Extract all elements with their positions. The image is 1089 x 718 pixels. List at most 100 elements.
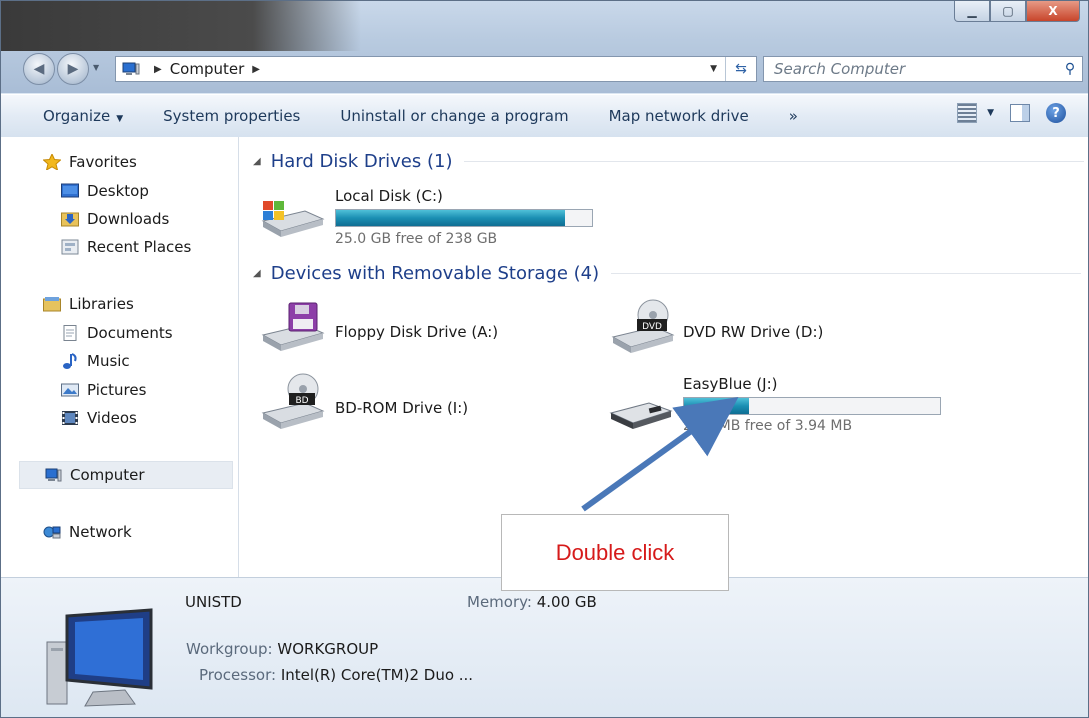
libraries-icon [43, 297, 61, 312]
nav-videos-label: Videos [87, 409, 137, 427]
drive-d-label: DVD RW Drive (D:) [683, 323, 824, 341]
dvd-drive-icon: DVD [611, 299, 675, 353]
dvd-badge: DVD [642, 322, 662, 332]
preview-pane-icon[interactable] [1010, 104, 1030, 122]
drive-dvd-rw-d[interactable]: DVD DVD RW Drive (D:) [609, 299, 909, 357]
details-pane: UNISTD Memory: 4.00 GB Workgroup: WORKGR… [1, 577, 1088, 717]
window-controls: ▁ ▢ X [954, 1, 1080, 22]
address-dropdown-icon[interactable]: ▼ [702, 64, 725, 74]
drive-j-usage-bar [683, 397, 941, 415]
drive-c-label: Local Disk (C:) [335, 187, 443, 205]
search-input[interactable]: Search Computer [764, 60, 1058, 78]
commandbar-right-tools: ▼ ? [957, 103, 1066, 123]
help-icon[interactable]: ? [1046, 103, 1066, 123]
desktop-icon [61, 183, 79, 198]
drive-j-usage-fill [684, 398, 750, 414]
star-icon [43, 154, 61, 170]
nav-documents[interactable]: Documents [61, 324, 173, 342]
nav-computer[interactable]: Computer [19, 461, 233, 489]
breadcrumb-chevron-icon[interactable]: ▶ [154, 64, 162, 75]
title-bar: ▁ ▢ X ◀ ▶ ▼ ▶ Computer ▶ ▼ ⇆ Search Comp… [1, 1, 1088, 93]
nav-favorites[interactable]: Favorites [43, 153, 137, 171]
refresh-icon[interactable]: ⇆ [725, 57, 756, 81]
recent-pages-dropdown-icon[interactable]: ▼ [93, 63, 99, 85]
system-properties-button[interactable]: System properties [143, 107, 320, 125]
navigation-pane: Favorites Desktop Downloads Recent Place… [1, 137, 239, 577]
nav-recent-places[interactable]: Recent Places [61, 238, 191, 256]
computer-monitor-icon [46, 608, 153, 707]
collapse-triangle-icon[interactable]: ◢ [253, 268, 261, 279]
collapse-triangle-icon[interactable]: ◢ [253, 156, 261, 167]
nav-network[interactable]: Network [43, 523, 132, 541]
address-bar[interactable]: ▶ Computer ▶ ▼ ⇆ [115, 56, 757, 82]
nav-videos[interactable]: Videos [61, 409, 137, 427]
computer-name: UNISTD [185, 593, 242, 611]
nav-network-label: Network [69, 523, 132, 541]
nav-desktop[interactable]: Desktop [61, 182, 149, 200]
processor-value: Intel(R) Core(TM)2 Duo ... [280, 666, 474, 684]
view-dropdown-icon[interactable]: ▼ [987, 108, 994, 118]
nav-computer-label: Computer [70, 466, 145, 484]
double-click-callout: Double click [501, 514, 729, 591]
breadcrumb-computer[interactable]: Computer [170, 60, 245, 78]
group-divider [611, 273, 1082, 274]
drive-bd-rom-i[interactable]: BD BD-ROM Drive (I:) [259, 373, 559, 433]
removable-group-title: Devices with Removable Storage (4) [270, 263, 600, 284]
hdd-group-title: Hard Disk Drives (1) [270, 151, 453, 172]
workgroup-row: Workgroup: WORKGROUP [186, 640, 378, 658]
drive-c-free-space: 25.0 GB free of 238 GB [335, 231, 498, 247]
minimize-button[interactable]: ▁ [954, 1, 990, 22]
computer-icon [122, 62, 140, 75]
nav-libraries-label: Libraries [69, 295, 134, 313]
workgroup-value: WORKGROUP [277, 640, 379, 658]
network-icon [43, 526, 61, 539]
forward-button[interactable]: ▶ [57, 53, 89, 85]
nav-libraries[interactable]: Libraries [43, 295, 134, 313]
nav-desktop-label: Desktop [87, 182, 149, 200]
processor-row: Processor: Intel(R) Core(TM)2 Duo ... [199, 666, 473, 684]
recent-places-icon [61, 239, 79, 255]
nav-recent-label: Recent Places [87, 238, 192, 256]
close-button[interactable]: X [1026, 1, 1080, 22]
drive-a-label: Floppy Disk Drive (A:) [335, 323, 499, 341]
drive-floppy-a[interactable]: Floppy Disk Drive (A:) [259, 301, 559, 357]
nav-pictures[interactable]: Pictures [61, 381, 146, 399]
organize-menu[interactable]: Organize ▼ [1, 107, 143, 125]
drive-i-label: BD-ROM Drive (I:) [335, 399, 469, 417]
music-note-icon [63, 353, 77, 369]
drive-easyblue-j[interactable]: EasyBlue (J:) 2.94 MB free of 3.94 MB [609, 373, 949, 437]
hdd-group-header[interactable]: ◢ Hard Disk Drives (1) [253, 151, 1085, 172]
drive-c-usage-fill [336, 210, 566, 226]
processor-label: Processor: [199, 666, 277, 684]
downloads-folder-icon [61, 212, 79, 227]
more-commands-button[interactable]: » [769, 107, 818, 125]
removable-group-header[interactable]: ◢ Devices with Removable Storage (4) [253, 263, 1082, 284]
nav-favorites-label: Favorites [69, 153, 137, 171]
memory-label: Memory: [467, 593, 532, 611]
uninstall-program-button[interactable]: Uninstall or change a program [320, 107, 588, 125]
back-button[interactable]: ◀ [23, 53, 55, 85]
navigation-buttons: ◀ ▶ ▼ [23, 53, 99, 85]
nav-downloads-label: Downloads [87, 210, 170, 228]
videos-icon [62, 411, 78, 425]
drive-local-disk-c[interactable]: Local Disk (C:) 25.0 GB free of 238 GB [259, 183, 599, 249]
nav-music-label: Music [87, 352, 130, 370]
maximize-button[interactable]: ▢ [990, 1, 1026, 22]
nav-music[interactable]: Music [61, 352, 130, 370]
title-bar-dark-region [1, 1, 361, 51]
search-icon[interactable]: ⚲ [1058, 61, 1082, 77]
memory-row: Memory: 4.00 GB [467, 593, 597, 611]
search-box[interactable]: Search Computer ⚲ [763, 56, 1083, 82]
workgroup-label: Workgroup: [186, 640, 273, 658]
breadcrumb-chevron-icon[interactable]: ▶ [252, 64, 260, 75]
change-view-icon[interactable] [957, 103, 978, 123]
nav-documents-label: Documents [87, 324, 173, 342]
explorer-window: ▁ ▢ X ◀ ▶ ▼ ▶ Computer ▶ ▼ ⇆ Search Comp… [0, 0, 1089, 718]
memory-value: 4.00 GB [536, 593, 597, 611]
nav-downloads[interactable]: Downloads [61, 210, 169, 228]
bd-badge: BD [295, 396, 308, 406]
callout-text: Double click [555, 539, 675, 565]
drive-j-free-space: 2.94 MB free of 3.94 MB [683, 418, 853, 434]
map-network-drive-button[interactable]: Map network drive [589, 107, 769, 125]
documents-icon [63, 325, 77, 341]
